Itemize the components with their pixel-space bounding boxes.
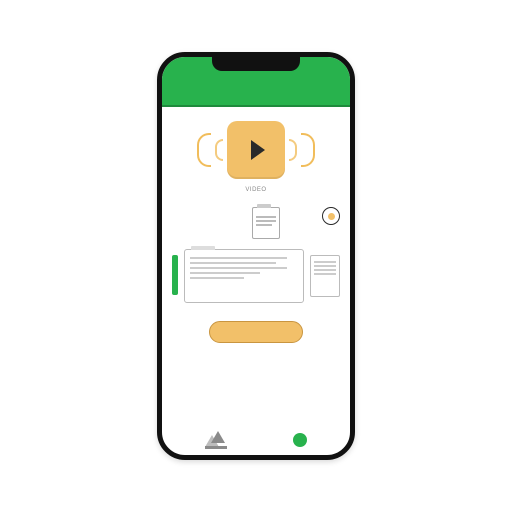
gallery-button[interactable]	[205, 431, 227, 449]
sound-wave-right-icon	[301, 133, 315, 167]
play-button[interactable]	[227, 121, 285, 179]
meta-text-block	[172, 207, 214, 209]
sound-wave-left-inner-icon	[215, 139, 223, 161]
device-notch	[212, 57, 300, 71]
bottom-bar	[162, 431, 350, 453]
media-caption: VIDEO	[172, 187, 340, 193]
primary-action-button[interactable]	[209, 321, 303, 343]
card-row	[172, 249, 340, 303]
record-button[interactable]	[322, 207, 340, 225]
phone-frame: VIDEO	[157, 52, 355, 460]
media-preview-row	[172, 121, 340, 179]
note-card[interactable]	[184, 249, 304, 303]
sound-wave-left-icon	[197, 133, 211, 167]
selection-indicator	[172, 255, 178, 295]
document-icon[interactable]	[252, 207, 280, 239]
sound-wave-right-inner-icon	[289, 139, 297, 161]
play-icon	[251, 140, 265, 160]
status-dot-icon	[293, 433, 307, 447]
meta-row	[172, 207, 340, 239]
screen-content: VIDEO	[162, 107, 350, 455]
record-icon	[328, 213, 335, 220]
list-card[interactable]	[310, 255, 340, 297]
